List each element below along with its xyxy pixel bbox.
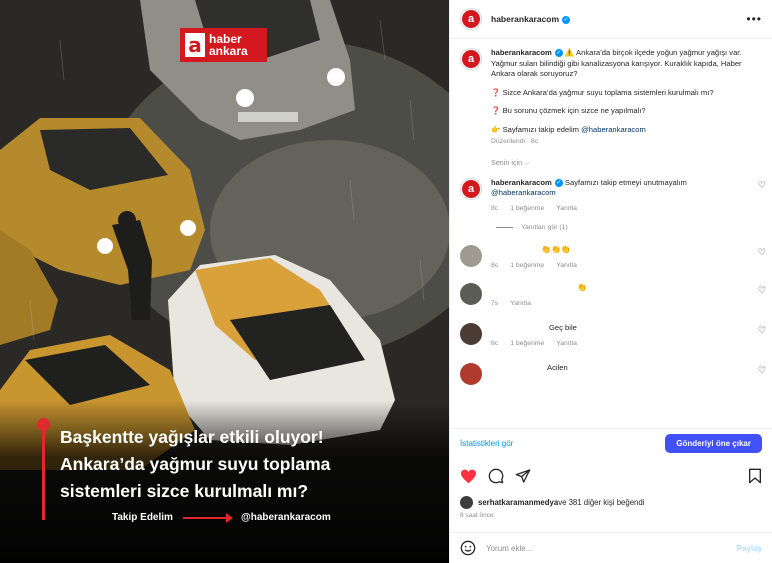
post-comment-button[interactable]: Paylaş xyxy=(737,544,762,553)
share-paper-plane-icon[interactable] xyxy=(515,468,531,484)
header-username[interactable]: haberankaracom ✓ xyxy=(491,14,571,24)
comment-reply-button[interactable]: Yanıtla xyxy=(556,261,577,272)
comment-likes[interactable]: 1 beğenme xyxy=(510,204,544,215)
comment-text: 👏👏👏 xyxy=(541,245,571,254)
comment-item: a haberankaracom ✓ Sayfamızı takip etmeyi… xyxy=(450,177,772,215)
owner-actions-bar: İstatistikleri gör Gönderiyi öne çıkar xyxy=(450,428,772,458)
heart-outline-icon[interactable]: ♡ xyxy=(758,180,766,191)
heart-outline-icon[interactable]: ♡ xyxy=(758,365,766,376)
view-insights-link[interactable]: İstatistikleri gör xyxy=(460,439,513,448)
liker-avatar xyxy=(460,496,473,509)
boost-post-button[interactable]: Gönderiyi öne çıkar xyxy=(665,434,762,453)
view-replies[interactable]: Yanıtları gör (1) xyxy=(496,224,772,231)
comment-text: Acilen xyxy=(547,363,568,372)
comment-item: 👏 7s Yanıtla ♡ xyxy=(450,283,772,309)
heart-outline-icon[interactable]: ♡ xyxy=(758,325,766,336)
logo-line-2: ankara xyxy=(209,44,248,58)
post-modal: a haber ankara Başkentte yağışlar etkili… xyxy=(0,0,772,563)
divider xyxy=(496,227,513,228)
comment-time: 8c xyxy=(491,204,499,212)
comment-username[interactable]: haberankaracom xyxy=(491,178,552,187)
heart-filled-icon[interactable] xyxy=(460,469,477,484)
heart-outline-icon[interactable]: ♡ xyxy=(758,285,766,296)
red-accent-line xyxy=(42,425,45,520)
verified-badge-icon: ✓ xyxy=(554,178,563,187)
avatar[interactable]: a xyxy=(460,8,482,30)
comment-avatar[interactable] xyxy=(460,323,482,345)
likes-summary[interactable]: serhatkaramanmedya ve 381 diğer kişi beğ… xyxy=(460,496,644,509)
comment-time: 8c xyxy=(491,261,499,269)
follow-handle: @haberankaracom xyxy=(240,512,331,523)
for-you-filter[interactable]: Senin için ⌵ xyxy=(491,158,772,168)
comment-time: 8c xyxy=(491,339,499,347)
caption-question-1: ❓ Sizce Ankara’da yağmur suyu toplama si… xyxy=(491,87,714,97)
comment-avatar[interactable] xyxy=(460,245,482,267)
comment-avatar[interactable] xyxy=(460,283,482,305)
comment-avatar[interactable] xyxy=(460,363,482,385)
comment-time: 7s xyxy=(491,299,499,307)
comment-text: Sayfamızı takip etmeyi unutmayalım xyxy=(564,177,687,187)
headline-line-3: sistemleri sizce kurulmalı mı? xyxy=(60,481,309,501)
comment-likes[interactable]: 1 beğenme xyxy=(510,261,544,272)
likes-count-text[interactable]: ve 381 diğer kişi beğendi xyxy=(558,498,644,507)
emoji-icon[interactable] xyxy=(460,540,476,556)
bookmark-icon[interactable] xyxy=(748,468,762,484)
logo-glyph: a xyxy=(185,33,205,57)
comment-composer: Paylaş xyxy=(450,532,772,563)
comment-likes[interactable]: 1 beğenme xyxy=(510,339,544,350)
caption: a haberankaracom ✓ ⚠️ Ankara’da birçok il… xyxy=(450,40,772,148)
caption-mention-link[interactable]: @haberankaracom xyxy=(581,125,646,134)
image-headline: Başkentte yağışlar etkili oluyor! Ankara… xyxy=(60,424,440,505)
post-header: a haberankaracom ✓ ••• xyxy=(450,0,772,39)
header-username-text: haberankaracom xyxy=(491,14,560,24)
comment-item: Geç bile 8c 1 beğenme Yanıtla ♡ xyxy=(450,323,772,349)
comment-icon[interactable] xyxy=(488,468,504,484)
caption-follow-text: 👉 Sayfamızı takip edelim xyxy=(491,124,582,134)
liker-username[interactable]: serhatkaramanmedya xyxy=(478,498,558,507)
post-image[interactable]: a haber ankara Başkentte yağışlar etkili… xyxy=(0,0,449,563)
arrow-right-icon xyxy=(182,512,233,523)
comment-item: 👏👏👏 8c 1 beğenme Yanıtla ♡ xyxy=(450,245,772,271)
headline-line-2: Ankara’da yağmur suyu toplama xyxy=(60,454,331,474)
comment-item: Acilen ♡ xyxy=(450,363,772,385)
comment-text: 👏 xyxy=(577,283,587,292)
post-action-icons xyxy=(460,466,762,486)
comment-reply-button[interactable]: Yanıtla xyxy=(510,299,531,310)
red-accent-dot xyxy=(37,418,50,431)
headline-line-1: Başkentte yağışlar etkili oluyor! xyxy=(60,427,324,447)
follow-label: Takip Edelim xyxy=(112,512,173,523)
caption-question-2: ❓ Bu sorunu çözmek için sizce ne yapılma… xyxy=(491,106,646,115)
heart-outline-icon[interactable]: ♡ xyxy=(758,247,766,258)
post-timestamp: 8 saat önce xyxy=(460,512,494,519)
caption-username[interactable]: haberankaracom xyxy=(491,48,552,57)
image-follow-row: Takip Edelim @haberankaracom xyxy=(112,512,331,523)
haber-ankara-logo: a haber ankara xyxy=(180,28,267,62)
post-sidebar: a haberankaracom ✓ ••• a haberankaracom ✓ … xyxy=(449,0,772,563)
caption-edited-meta: Düzenlendi · 8c xyxy=(491,138,539,145)
comment-text: Geç bile xyxy=(549,323,577,332)
comment-input[interactable] xyxy=(486,543,737,553)
comment-reply-button[interactable]: Yanıtla xyxy=(556,204,577,215)
comment-avatar[interactable]: a xyxy=(460,177,482,200)
ellipsis-icon[interactable]: ••• xyxy=(746,12,762,26)
caption-avatar[interactable]: a xyxy=(460,48,482,70)
verified-badge-icon: ✓ xyxy=(554,49,563,57)
view-replies-label: Yanıtları gör (1) xyxy=(521,224,568,231)
verified-badge-icon: ✓ xyxy=(562,15,571,24)
comment-reply-button[interactable]: Yanıtla xyxy=(556,339,577,350)
comments-scroll-area[interactable]: a haberankaracom ✓ ⚠️ Ankara’da birçok il… xyxy=(450,40,772,425)
comment-mention-link[interactable]: @haberankaracom xyxy=(491,188,556,197)
